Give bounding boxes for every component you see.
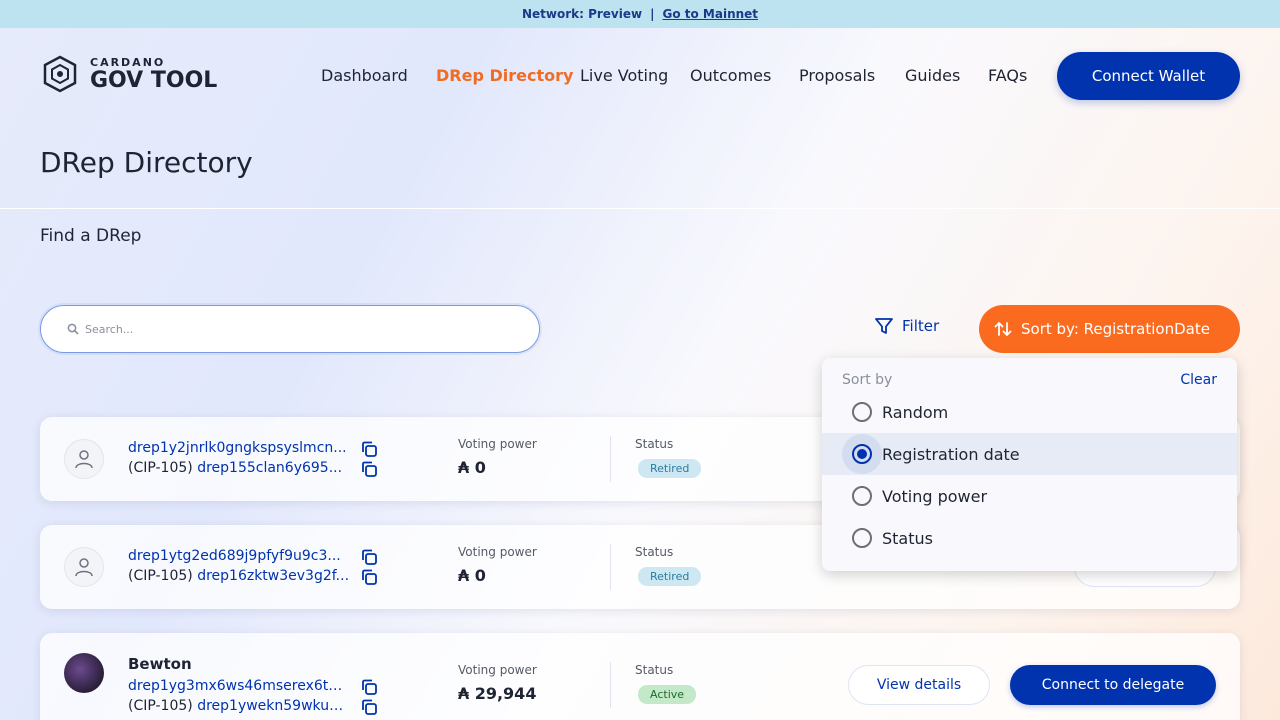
view-details-button[interactable]: View details bbox=[848, 665, 990, 705]
sort-option-registration-date[interactable]: Registration date bbox=[822, 433, 1237, 475]
copy-icon[interactable] bbox=[360, 548, 378, 566]
find-drep-label: Find a DRep bbox=[40, 226, 142, 246]
radio-icon bbox=[852, 528, 872, 548]
page-title: DRep Directory bbox=[40, 146, 253, 179]
sort-arrows-icon bbox=[994, 322, 1012, 336]
copy-icon[interactable] bbox=[360, 678, 378, 696]
copy-icon[interactable] bbox=[360, 698, 378, 716]
nav-guides[interactable]: Guides bbox=[905, 66, 960, 85]
status-badge: Retired bbox=[637, 566, 703, 587]
voting-power-value: ₳ 29,944 bbox=[458, 684, 537, 703]
sort-label: Sort by: RegistrationDate bbox=[1021, 320, 1210, 338]
sort-option-status[interactable]: Status bbox=[822, 517, 1237, 559]
nav-outcomes[interactable]: Outcomes bbox=[690, 66, 771, 85]
cip-prefix: (CIP-105) bbox=[128, 460, 193, 476]
drep-cip-id[interactable]: (CIP-105) drep16zktw3ev3g2f... bbox=[128, 568, 350, 584]
status-label: Status bbox=[635, 663, 674, 677]
clear-sort-button[interactable]: Clear bbox=[1180, 372, 1217, 388]
user-icon bbox=[75, 558, 93, 577]
copy-icon[interactable] bbox=[360, 460, 378, 478]
cip-prefix: (CIP-105) bbox=[128, 568, 193, 584]
sort-dropdown-header: Sort by bbox=[842, 372, 893, 388]
banner-separator: | bbox=[650, 7, 655, 21]
network-label: Network: Preview bbox=[521, 7, 643, 21]
voting-power-value: ₳ 0 bbox=[458, 566, 486, 585]
connect-wallet-button[interactable]: Connect Wallet bbox=[1057, 52, 1240, 100]
network-banner: Network: Preview | Go to Mainnet bbox=[0, 0, 1280, 28]
nav-live-voting[interactable]: Live Voting bbox=[580, 66, 668, 85]
logo[interactable]: CARDANO GOV TOOL bbox=[40, 55, 217, 93]
sort-option-voting-power[interactable]: Voting power bbox=[822, 475, 1237, 517]
drep-name: Bewton bbox=[128, 655, 192, 673]
sort-option-label: Voting power bbox=[882, 486, 988, 506]
drep-card: Bewton drep1yg3mx6ws46mserex6t5... (CIP-… bbox=[40, 633, 1240, 720]
connect-to-delegate-button[interactable]: Connect to delegate bbox=[1010, 665, 1216, 705]
sort-button[interactable]: Sort by: RegistrationDate bbox=[979, 305, 1240, 353]
avatar bbox=[64, 439, 104, 479]
voting-power-value: ₳ 0 bbox=[458, 458, 486, 477]
nav-drep-directory[interactable]: DRep Directory bbox=[436, 66, 573, 85]
search-box[interactable] bbox=[40, 305, 540, 353]
cip-id-value: drep16zktw3ev3g2f... bbox=[197, 568, 350, 584]
sort-option-label: Registration date bbox=[882, 444, 1020, 464]
go-to-mainnet-link[interactable]: Go to Mainnet bbox=[662, 7, 758, 21]
radio-icon bbox=[852, 486, 872, 506]
cardano-hexagon-icon bbox=[43, 55, 77, 93]
sort-option-random[interactable]: Random bbox=[822, 391, 1237, 433]
avatar bbox=[64, 547, 104, 587]
nav-dashboard[interactable]: Dashboard bbox=[321, 66, 408, 85]
sort-option-label: Status bbox=[882, 528, 933, 548]
filter-label: Filter bbox=[902, 317, 940, 335]
filter-icon bbox=[875, 318, 893, 334]
user-icon bbox=[75, 450, 93, 469]
header-divider bbox=[0, 208, 1280, 209]
copy-icon[interactable] bbox=[360, 440, 378, 458]
sort-dropdown: Sort by Clear Random Registration date V… bbox=[822, 358, 1237, 571]
logo-small-text: CARDANO bbox=[90, 55, 166, 69]
radio-icon bbox=[852, 402, 872, 422]
column-divider bbox=[610, 544, 611, 590]
drep-id[interactable]: drep1ytg2ed689j9pfyf9u9c3... bbox=[128, 548, 350, 564]
column-divider bbox=[610, 662, 611, 708]
status-badge: Active bbox=[637, 684, 698, 705]
status-label: Status bbox=[635, 437, 674, 451]
drep-cip-id[interactable]: (CIP-105) drep1ywekn59wkux... bbox=[128, 698, 350, 714]
avatar bbox=[64, 653, 104, 693]
radio-selected-icon bbox=[852, 444, 872, 464]
voting-power-label: Voting power bbox=[458, 545, 537, 559]
status-badge: Retired bbox=[637, 458, 703, 479]
search-icon bbox=[67, 323, 79, 335]
cip-id-value: drep1ywekn59wkux... bbox=[197, 698, 350, 714]
cip-prefix: (CIP-105) bbox=[128, 698, 193, 714]
voting-power-label: Voting power bbox=[458, 437, 537, 451]
drep-id[interactable]: drep1yg3mx6ws46mserex6t5... bbox=[128, 678, 350, 694]
sort-option-label: Random bbox=[882, 402, 949, 422]
drep-id[interactable]: drep1y2jnrlk0gngkspsyslmcn... bbox=[128, 440, 350, 456]
column-divider bbox=[610, 436, 611, 482]
drep-cip-id[interactable]: (CIP-105) drep155clan6y695... bbox=[128, 460, 350, 476]
search-input[interactable] bbox=[85, 322, 485, 336]
cip-id-value: drep155clan6y695... bbox=[197, 460, 343, 476]
nav-faqs[interactable]: FAQs bbox=[988, 66, 1027, 85]
voting-power-label: Voting power bbox=[458, 663, 537, 677]
copy-icon[interactable] bbox=[360, 568, 378, 586]
filter-button[interactable]: Filter bbox=[874, 316, 939, 336]
nav-proposals[interactable]: Proposals bbox=[799, 66, 875, 85]
logo-big-text: GOV TOOL bbox=[90, 67, 218, 93]
status-label: Status bbox=[635, 545, 674, 559]
